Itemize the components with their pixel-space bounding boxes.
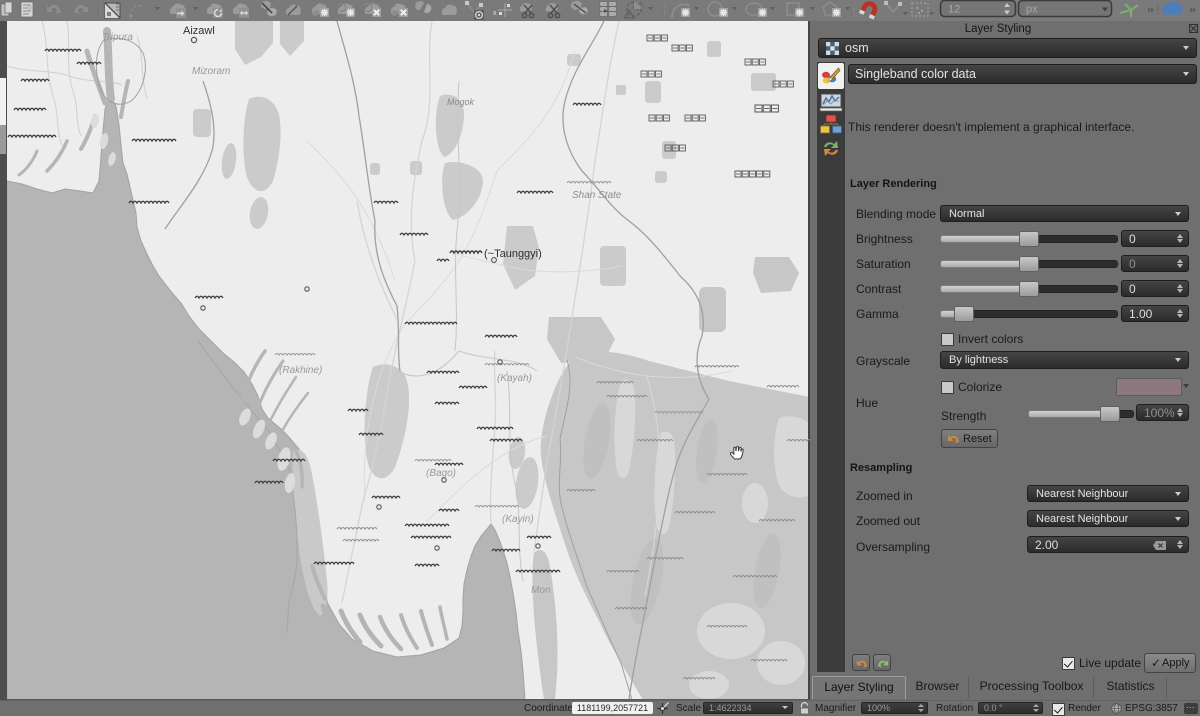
svg-text:Shan State: Shan State: [572, 190, 622, 201]
svg-text:Mon: Mon: [531, 585, 551, 596]
svg-text:(Rakhine): (Rakhine): [279, 365, 322, 376]
svg-text:(Bago): (Bago): [426, 468, 456, 479]
svg-text:(Kayah): (Kayah): [497, 373, 532, 384]
svg-text:Tripura: Tripura: [102, 32, 133, 43]
svg-text:px: px: [1026, 4, 1038, 16]
svg-text:12: 12: [948, 4, 960, 16]
svg-text:Aizawl: Aizawl: [183, 25, 215, 37]
svg-text:x: x: [493, 10, 497, 17]
svg-text:Mogok: Mogok: [447, 97, 475, 107]
svg-text:(Kayin): (Kayin): [502, 514, 534, 525]
svg-text:Mizoram: Mizoram: [192, 66, 230, 77]
